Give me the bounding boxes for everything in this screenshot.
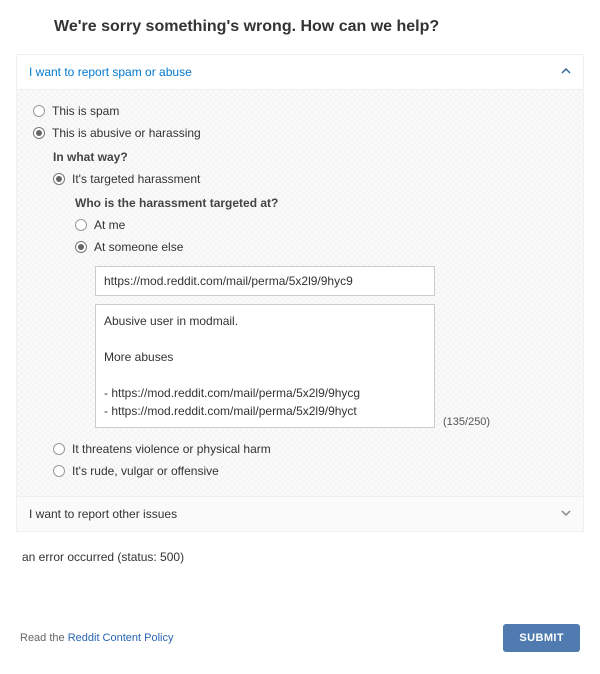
- option-at-me[interactable]: At me: [75, 214, 569, 236]
- radio-icon: [53, 443, 65, 455]
- radio-selected-icon: [75, 241, 87, 253]
- submit-button[interactable]: SUBMIT: [503, 624, 580, 652]
- spam-abuse-panel: This is spam This is abusive or harassin…: [17, 89, 583, 496]
- option-threatens-violence[interactable]: It threatens violence or physical harm: [53, 438, 569, 460]
- chevron-up-icon: [561, 66, 571, 78]
- page-title: We're sorry something's wrong. How can w…: [54, 18, 584, 36]
- radio-selected-icon: [33, 127, 45, 139]
- report-accordion: I want to report spam or abuse This is s…: [16, 54, 584, 532]
- option-label: This is abusive or harassing: [52, 126, 201, 140]
- option-rude-vulgar[interactable]: It's rude, vulgar or offensive: [53, 460, 569, 482]
- option-label: At me: [94, 218, 125, 232]
- comment-textarea[interactable]: Abusive user in modmail. More abuses - h…: [95, 304, 435, 428]
- radio-icon: [75, 219, 87, 231]
- accordion-label: I want to report spam or abuse: [29, 65, 192, 79]
- accordion-header-spam-abuse[interactable]: I want to report spam or abuse: [17, 55, 583, 89]
- option-abusive-harassing[interactable]: This is abusive or harassing: [33, 122, 569, 144]
- content-policy-text: Read the Reddit Content Policy: [20, 632, 173, 644]
- option-label: This is spam: [52, 104, 119, 118]
- char-counter: (135/250): [443, 416, 490, 428]
- accordion-label: I want to report other issues: [29, 507, 177, 521]
- accordion-header-other-issues[interactable]: I want to report other issues: [17, 496, 583, 531]
- subquestion-in-what-way: In what way?: [53, 144, 569, 168]
- chevron-down-icon: [561, 508, 571, 520]
- radio-icon: [53, 465, 65, 477]
- option-targeted-harassment[interactable]: It's targeted harassment: [53, 168, 569, 190]
- subquestion-targeted-at: Who is the harassment targeted at?: [75, 190, 569, 214]
- option-label: It's rude, vulgar or offensive: [72, 464, 219, 478]
- policy-link[interactable]: Reddit Content Policy: [68, 632, 174, 644]
- option-this-is-spam[interactable]: This is spam: [33, 100, 569, 122]
- option-label: It's targeted harassment: [72, 172, 200, 186]
- radio-selected-icon: [53, 173, 65, 185]
- option-label: At someone else: [94, 240, 183, 254]
- radio-icon: [33, 105, 45, 117]
- option-at-someone-else[interactable]: At someone else: [75, 236, 569, 258]
- error-message: an error occurred (status: 500): [22, 550, 584, 564]
- url-input[interactable]: [95, 266, 435, 296]
- option-label: It threatens violence or physical harm: [72, 442, 271, 456]
